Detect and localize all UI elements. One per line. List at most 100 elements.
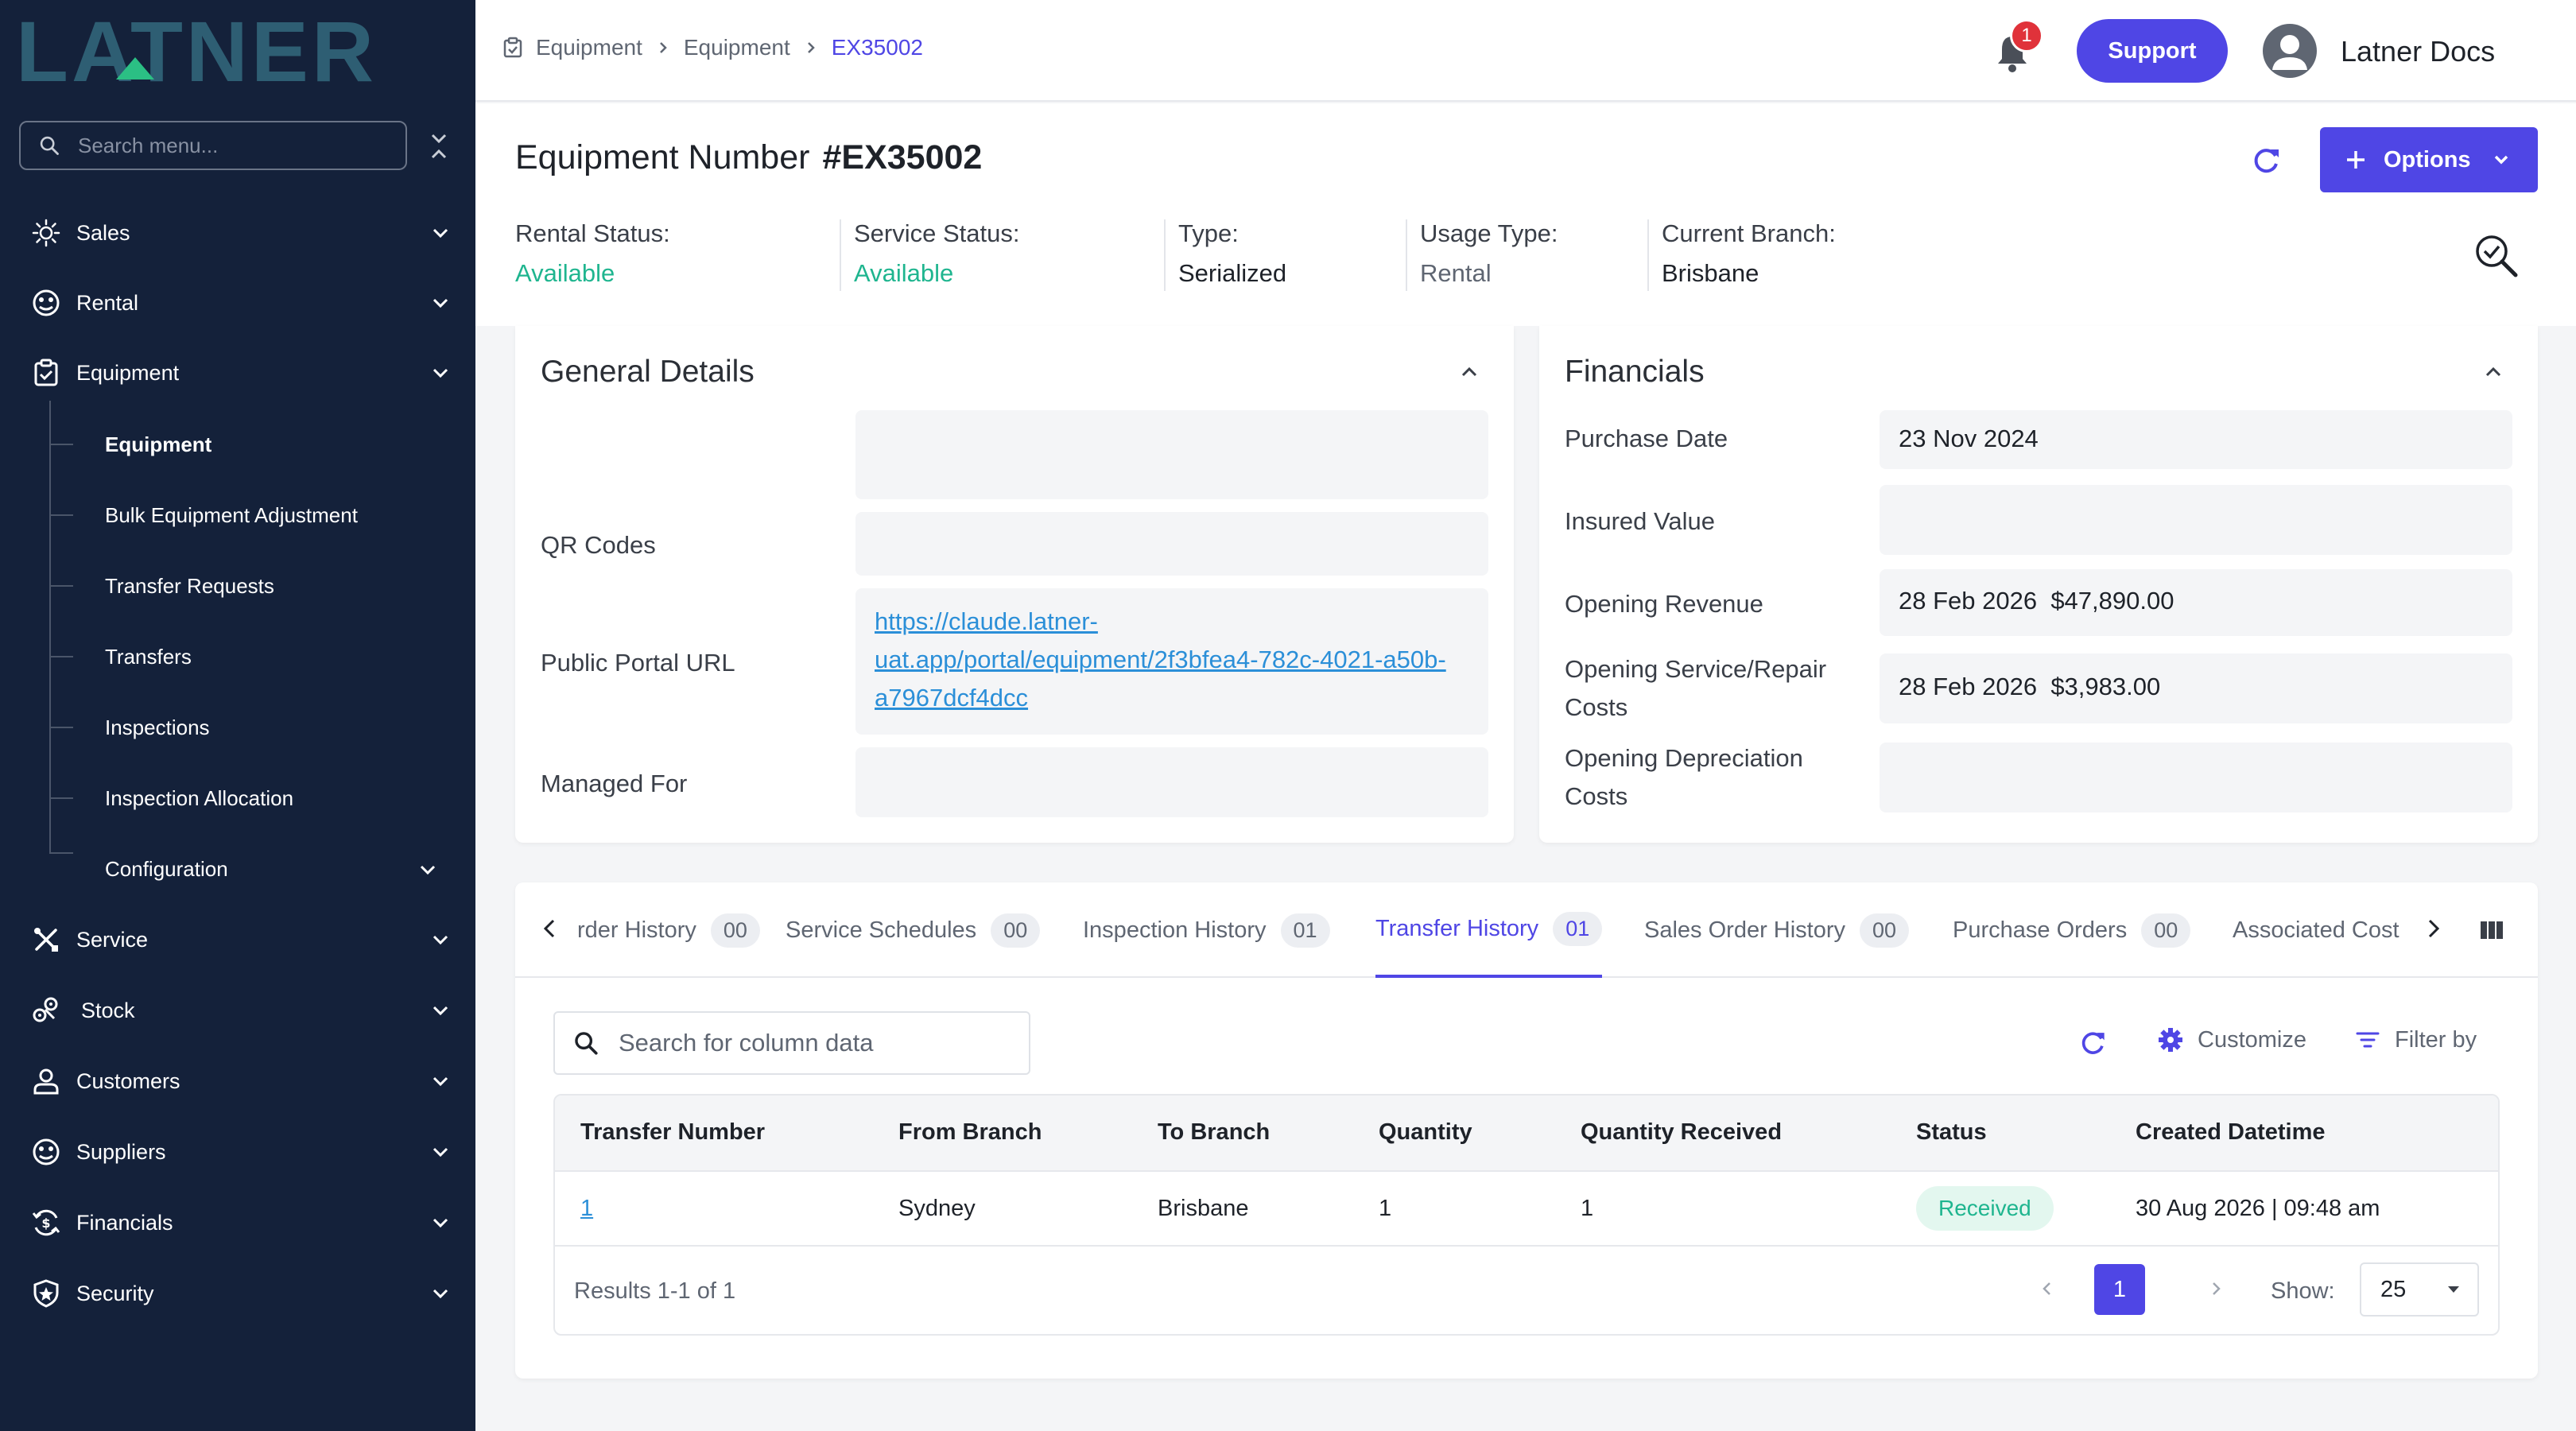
chevron-left-icon[interactable] (536, 914, 564, 943)
tab-count-badge: 00 (1860, 913, 1910, 948)
page-size-select[interactable]: 25 (2360, 1262, 2479, 1317)
sidebar-item-label: Suppliers (76, 1139, 166, 1164)
options-button[interactable]: Options (2320, 127, 2538, 192)
equipment-header: Equipment Number #EX35002 Options Rental … (475, 103, 2576, 326)
sidebar-subitem-label: Inspections (105, 716, 210, 739)
column-header-created-datetime[interactable]: Created Datetime (2136, 1119, 2326, 1146)
tab-service-schedules[interactable]: Service Schedules 00 (786, 882, 1041, 978)
sidebar-item-label: Service (76, 927, 149, 952)
sidebar-item-rental[interactable]: Rental (0, 275, 475, 331)
stat-value: Rental (1420, 259, 1492, 287)
opening-revenue-field[interactable]: 28 Feb 2026 $47,890.00 (1880, 569, 2512, 636)
tab-label: Transfer History (1375, 915, 1539, 941)
purchase-date-value: 23 Nov 2024 (1899, 425, 2039, 452)
stat-label: Usage Type: (1420, 219, 1558, 247)
sidebar-item-customers[interactable]: Customers (0, 1053, 475, 1109)
support-button[interactable]: Support (2077, 19, 2228, 83)
chevron-down-icon (420, 865, 436, 875)
tab-associated-costs[interactable]: Associated Costs (2233, 882, 2399, 978)
tab-bar: rder History 00 Service Schedules 00 Inspe… (515, 882, 2538, 978)
tab-count-badge: 00 (2141, 913, 2191, 948)
purchase-date-field[interactable]: 23 Nov 2024 (1880, 410, 2512, 469)
table-search-input[interactable] (619, 1029, 1016, 1057)
menu-search-input[interactable]: Search menu... (19, 121, 407, 170)
latner-logo[interactable]: LATNER (16, 3, 445, 99)
plus-icon (2347, 151, 2365, 169)
filter-by-button[interactable]: Filter by (2353, 1026, 2477, 1054)
tab-count-badge: 01 (1280, 913, 1330, 948)
chevron-right-icon[interactable] (2419, 914, 2447, 943)
sidebar-subitem-equipment[interactable]: Equipment (0, 417, 475, 472)
chevron-up-icon[interactable] (1455, 358, 1484, 386)
chevron-left-icon[interactable] (2035, 1277, 2059, 1301)
page-size-value: 25 (2380, 1276, 2407, 1302)
managed-for-field[interactable] (855, 747, 1488, 817)
avatar[interactable] (2263, 24, 2317, 78)
column-header-to-branch[interactable]: To Branch (1158, 1119, 1270, 1146)
breadcrumb-equipment[interactable]: Equipment (536, 35, 642, 60)
sidebar-subitem-label: Bulk Equipment Adjustment (105, 503, 358, 527)
purchase-date-label: Purchase Date (1565, 425, 1728, 452)
sidebar-item-suppliers[interactable]: Suppliers (0, 1124, 475, 1180)
user-name[interactable]: Latner Docs (2341, 35, 2495, 68)
show-label: Show: (2271, 1278, 2335, 1304)
column-header-quantity[interactable]: Quantity (1379, 1119, 1472, 1146)
stat-value: Brisbane (1662, 259, 1759, 287)
cell-created-datetime: 30 Aug 2026 | 09:48 am (2136, 1196, 2380, 1221)
tab-sales-order-history[interactable]: Sales Order History 00 (1644, 882, 1910, 978)
inspect-search-icon[interactable] (2471, 231, 2522, 281)
results-count: Results 1-1 of 1 (574, 1278, 736, 1304)
tab-purchase-orders[interactable]: Purchase Orders 00 (1953, 882, 2191, 978)
opening-depreciation-costs-field[interactable] (1880, 743, 2512, 812)
sidebar-item-sales[interactable]: Sales (0, 205, 475, 261)
options-label: Options (2384, 146, 2471, 173)
public-portal-url-link[interactable]: https://claude.latner-uat.app/portal/equ… (875, 603, 1463, 717)
opening-service-repair-costs-field[interactable]: 28 Feb 2026 $3,983.00 (1880, 653, 2512, 723)
refresh-icon[interactable] (2247, 142, 2285, 180)
page-number-button[interactable]: 1 (2094, 1264, 2145, 1315)
sidebar-item-security[interactable]: Security (0, 1266, 475, 1321)
column-header-from-branch[interactable]: From Branch (898, 1119, 1042, 1146)
chevron-up-icon[interactable] (2479, 358, 2508, 386)
insured-value-field[interactable] (1880, 485, 2512, 555)
sidebar-subitem-inspections[interactable]: Inspections (0, 700, 475, 755)
customize-button[interactable]: Customize (2156, 1026, 2306, 1054)
column-header-transfer-number[interactable]: Transfer Number (580, 1119, 765, 1146)
breadcrumb-current: EX35002 (831, 35, 923, 60)
column-header-quantity-received[interactable]: Quantity Received (1581, 1119, 1782, 1146)
stat-rental-status: Rental Status: Available (515, 219, 670, 291)
equipment-number: #EX35002 (822, 138, 983, 176)
public-portal-url-field: https://claude.latner-uat.app/portal/equ… (855, 588, 1488, 735)
sidebar-subitem-transfers[interactable]: Transfers (0, 629, 475, 684)
column-header-status[interactable]: Status (1916, 1119, 1987, 1146)
sidebar-item-service[interactable]: Service (0, 912, 475, 968)
breadcrumb-equipment-list[interactable]: Equipment (684, 35, 790, 60)
refresh-icon[interactable] (2075, 1026, 2110, 1061)
sidebar-item-equipment[interactable]: Equipment (0, 345, 475, 401)
sidebar-subitem-bulk-equipment-adjustment[interactable]: Bulk Equipment Adjustment (0, 487, 475, 543)
table-row: 1 Sydney Brisbane 1 1 Received 30 Aug 20… (555, 1172, 2498, 1247)
general-details-field-top[interactable] (855, 410, 1488, 499)
transfer-number-link[interactable]: 1 (580, 1196, 593, 1222)
stat-value: Serialized (1178, 259, 1287, 287)
tab-transfer-history[interactable]: Transfer History 01 (1375, 882, 1603, 978)
sidebar-item-financials[interactable]: $ Financials (0, 1195, 475, 1251)
svg-text:$: $ (41, 1216, 50, 1231)
tab-inspection-history[interactable]: Inspection History 01 (1083, 882, 1330, 978)
general-details-panel: General Details QR Codes Public Portal U… (515, 326, 1514, 843)
page-title-label: Equipment Number (515, 138, 810, 176)
qr-codes-field[interactable] (855, 512, 1488, 576)
sidebar-item-stock[interactable]: Stock (0, 983, 475, 1038)
collapse-menu-icon[interactable] (426, 129, 452, 164)
tab-order-history[interactable]: rder History 00 (577, 882, 760, 978)
chevron-right-icon[interactable] (2204, 1277, 2228, 1301)
chevron-down-icon (433, 1289, 448, 1299)
columns-icon[interactable] (2477, 916, 2506, 944)
service-icon (29, 922, 64, 957)
sidebar-subitem-inspection-allocation[interactable]: Inspection Allocation (0, 770, 475, 826)
opening-service-repair-costs-label: Opening Service/Repair Costs (1565, 655, 1827, 721)
transfer-history-table: Transfer Number From Branch To Branch Qu… (553, 1094, 2500, 1336)
sidebar-subitem-transfer-requests[interactable]: Transfer Requests (0, 558, 475, 614)
financials-panel: Financials Purchase Date 23 Nov 2024 Ins… (1539, 326, 2538, 843)
sidebar-subitem-configuration[interactable]: Configuration (0, 841, 475, 897)
